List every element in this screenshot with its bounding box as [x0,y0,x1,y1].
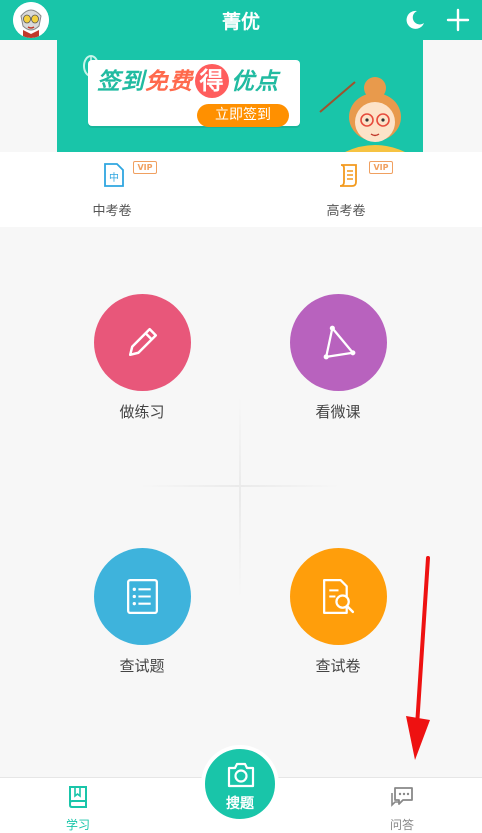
search-papers-label: 查试卷 [315,657,361,675]
micro-lesson-tile[interactable]: 看微课 [278,294,398,422]
doc-search-icon [322,578,354,615]
tab-study[interactable]: 学习 [48,784,108,833]
teacher-girl-illustration-icon [319,77,405,152]
micro-lesson-circle [289,294,387,391]
search-questions-label: 查试题 [119,657,165,675]
practice-label: 做练习 [119,403,165,421]
zhongkao-doc-icon: 中 [104,163,124,187]
pencil-icon [128,327,157,357]
chat-bubbles-icon [391,787,413,807]
zhongkao-icon-char: 中 [109,171,119,184]
triangle-icon [323,325,355,360]
zhongkao-label: 中考卷 [92,204,132,219]
camera-icon [227,762,255,788]
banner-slogan: 签到免费得优点 [97,62,279,98]
practice-tile[interactable]: 做练习 [82,294,202,422]
checkin-banner[interactable]: 签到免费得优点 立即签到 [57,40,423,152]
vip-badge: VIP [369,161,393,174]
tab-study-label: 学习 [65,818,90,832]
slogan-get: 得 [195,64,229,98]
slogan-points: 优点 [231,69,279,95]
add-plus-icon[interactable] [446,8,470,32]
search-question-label: 搜题 [226,796,254,812]
zhongkao-paper-entry[interactable]: 中 VIP 中考卷 [42,152,182,227]
vip-badge: VIP [133,161,157,174]
tab-qa[interactable]: 问答 [372,784,432,833]
search-papers-tile[interactable]: 查试卷 [278,548,398,676]
feature-grid: 做练习 看微课 查试题 查试卷 [0,227,482,777]
search-papers-circle [289,548,387,645]
list-doc-icon [126,578,158,615]
grid-divider-horizontal [140,485,340,487]
search-question-button[interactable]: 搜题 [201,745,279,823]
exam-papers-row: 中 VIP 中考卷 VIP 高考卷 [0,152,482,227]
micro-lesson-label: 看微课 [315,403,361,421]
search-questions-circle [93,548,191,645]
practice-circle [93,294,191,391]
checkin-now-button[interactable]: 立即签到 [197,104,289,127]
tab-qa-label: 问答 [389,818,414,832]
search-questions-tile[interactable]: 查试题 [82,548,202,676]
book-icon [69,786,87,808]
slogan-signin: 签到 [97,69,145,95]
grid-divider-vertical [239,397,241,597]
top-bar: 菁优 [0,0,482,40]
gaokao-label: 高考卷 [326,204,366,219]
slogan-free: 免费 [145,69,193,95]
gaokao-paper-entry[interactable]: VIP 高考卷 [276,152,416,227]
gaokao-scroll-icon [339,164,357,187]
night-mode-moon-icon[interactable] [403,8,427,32]
